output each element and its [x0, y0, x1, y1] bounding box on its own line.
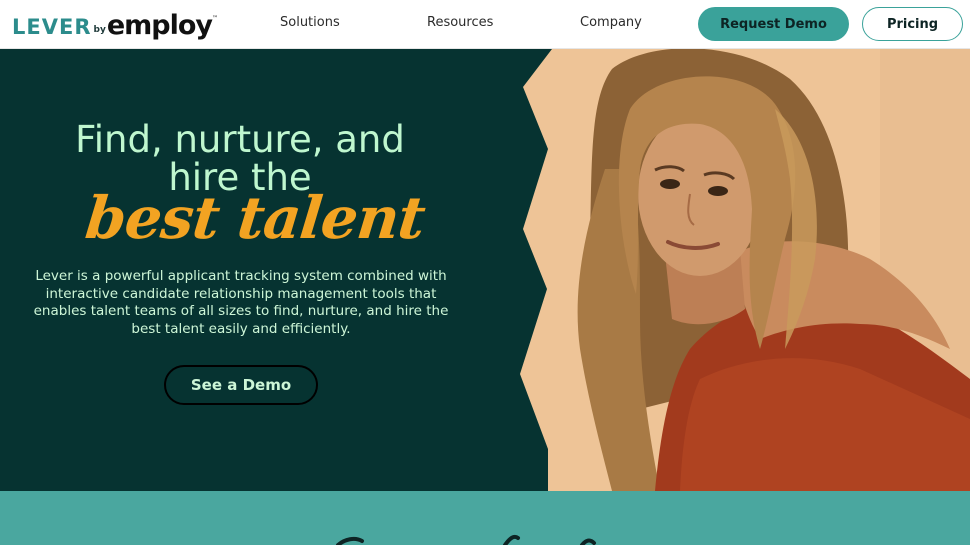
logo-by-text: by — [93, 25, 106, 35]
headline-line-1: Find, nurture, and — [75, 118, 405, 161]
logo-employ-text: employ — [106, 10, 213, 41]
decorative-script-fragment — [336, 534, 596, 545]
see-demo-button[interactable]: See a Demo — [164, 365, 318, 405]
top-nav: LEVER by employ ™ Solutions Resources Co… — [0, 0, 970, 49]
pricing-button[interactable]: Pricing — [862, 7, 963, 41]
hero-section: Find, nurture, and hire the best talent … — [0, 49, 970, 491]
logo-trademark: ™ — [212, 15, 218, 22]
nav-company[interactable]: Company — [580, 15, 642, 30]
request-demo-button[interactable]: Request Demo — [698, 7, 849, 41]
nav-resources[interactable]: Resources — [427, 15, 493, 30]
nav-solutions[interactable]: Solutions — [280, 15, 340, 30]
headline-script: best talent — [82, 184, 428, 252]
logo-lever-text: LEVER — [12, 15, 92, 39]
next-section-band — [0, 491, 970, 545]
lever-by-employ-logo[interactable]: LEVER by employ ™ — [12, 9, 218, 41]
hero-description: Lever is a powerful applicant tracking s… — [33, 268, 449, 337]
